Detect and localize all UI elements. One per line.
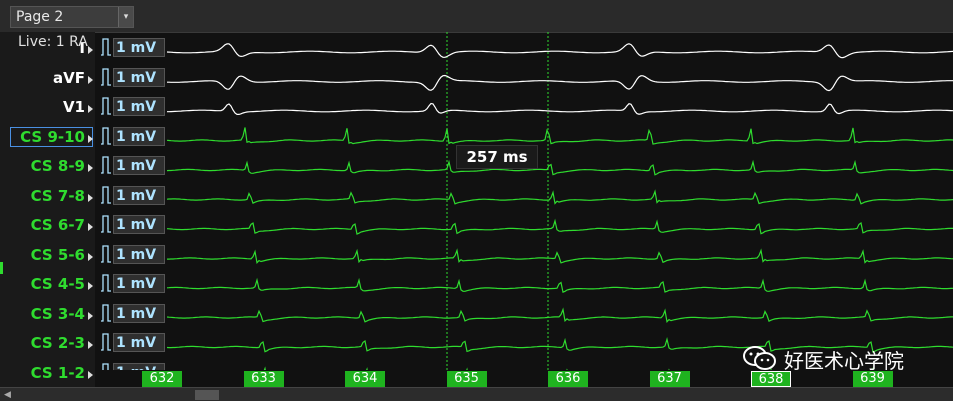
channel-scale-box[interactable]: 1 mV	[113, 126, 165, 146]
channel-label[interactable]: CS 5-6	[31, 246, 85, 264]
channel-label[interactable]: CS 1-2	[31, 364, 85, 382]
channel-trace	[167, 43, 953, 59]
waveform-plot[interactable]	[167, 32, 953, 387]
channel-scale-text: 1 mV	[116, 40, 157, 56]
watermark: 好医术心学院	[742, 343, 942, 373]
page-dropdown-label: Page 2	[16, 9, 64, 25]
channel-scale-box[interactable]: 1 mV	[113, 185, 165, 205]
channel-label[interactable]: V1	[63, 98, 85, 116]
channel-menu-arrow-icon[interactable]	[88, 134, 93, 143]
left-edge-marker	[0, 262, 3, 274]
calibration-pulse-icon	[101, 215, 111, 233]
channel-trace	[167, 248, 953, 264]
channel-scale-box[interactable]: 1 mV	[113, 215, 165, 234]
channel-label[interactable]: aVF	[53, 69, 85, 87]
channel-scale-text: 1 mV	[116, 246, 157, 263]
channel-trace	[167, 127, 953, 145]
channel-scale-text: 1 mV	[116, 305, 157, 322]
calibration-pulse-icon	[101, 156, 111, 174]
watermark-text: 好医术心学院	[784, 349, 904, 373]
time-tick-label[interactable]: 635	[446, 371, 487, 387]
scroll-thumb[interactable]	[195, 390, 219, 400]
time-tick-label[interactable]: 632	[142, 371, 182, 387]
channel-menu-arrow-icon[interactable]	[88, 252, 93, 261]
channel-menu-arrow-icon[interactable]	[88, 105, 93, 113]
calibration-pulse-icon	[101, 126, 111, 145]
channel-label[interactable]: CS 4-5	[31, 275, 85, 293]
channel-scale-text: 1 mV	[116, 187, 157, 204]
channel-trace	[167, 218, 953, 235]
channel-scale-text: 1 mV	[116, 128, 157, 145]
channel-label[interactable]: CS 2-3	[31, 334, 85, 352]
channel-scale-text: 1 mV	[116, 158, 157, 174]
channel-menu-arrow-icon[interactable]	[88, 223, 93, 231]
channel-label[interactable]: CS 9-10	[20, 128, 85, 146]
calibration-pulse-icon	[101, 185, 111, 204]
channel-menu-arrow-icon[interactable]	[88, 311, 93, 320]
channel-scale-box[interactable]: 1 mV	[113, 244, 165, 264]
channel-label[interactable]: CS 3-4	[31, 305, 85, 323]
channel-scale-text: 1 mV	[116, 276, 157, 292]
channel-label[interactable]: CS 7-8	[31, 187, 85, 205]
calibration-pulse-icon	[101, 333, 111, 351]
channel-scale-box[interactable]: 1 mV	[113, 67, 165, 87]
channel-menu-arrow-icon[interactable]	[88, 370, 93, 379]
channel-scale-box[interactable]: 1 mV	[113, 156, 165, 175]
calibration-pulse-icon	[101, 38, 111, 56]
channel-menu-arrow-icon[interactable]	[88, 193, 93, 202]
calibration-pulse-icon	[101, 303, 111, 322]
channel-scale-box[interactable]: 1 mV	[113, 303, 165, 323]
channel-scale-box[interactable]: 1 mV	[113, 333, 165, 352]
channel-scale-text: 1 mV	[116, 99, 157, 115]
channel-menu-arrow-icon[interactable]	[88, 341, 93, 349]
channel-menu-arrow-icon[interactable]	[88, 282, 93, 290]
calibration-pulse-icon	[101, 97, 111, 115]
channel-scale-box[interactable]: 1 mV	[113, 38, 165, 57]
scroll-left-icon[interactable]: ◀	[4, 390, 11, 400]
horizontal-scrollbar[interactable]: ◀	[0, 387, 953, 401]
channel-trace	[167, 307, 953, 323]
channel-trace	[167, 102, 953, 115]
ep-recording-window: Page 2 ▾ IaVF V1 CS 9-10 CS 8-9 CS 7-8 CS 6-7…	[0, 0, 953, 401]
time-tick-label[interactable]: 637	[649, 371, 690, 387]
channel-trace	[167, 74, 953, 92]
channel-label[interactable]: CS 6-7	[31, 216, 85, 234]
channel-trace	[167, 159, 953, 176]
channel-trace	[167, 277, 953, 294]
channel-label-column: IaVF V1 CS 9-10 CS 8-9 CS 7-8 CS 6-7 CS 5-6 CS …	[0, 32, 95, 387]
wechat-icon	[743, 346, 776, 370]
time-tick-label[interactable]: 634	[345, 371, 385, 387]
calibration-pulse-icon	[101, 67, 111, 86]
interval-measurement-label: 257 ms	[456, 145, 538, 169]
channel-trace	[167, 189, 953, 205]
channel-menu-arrow-icon[interactable]	[88, 164, 93, 172]
page-dropdown[interactable]: Page 2 ▾	[10, 6, 134, 28]
channel-menu-arrow-icon[interactable]	[88, 46, 93, 54]
channel-scale-box[interactable]: 1 mV	[113, 97, 165, 116]
channel-scale-text: 1 mV	[116, 69, 157, 86]
chevron-down-icon[interactable]: ▾	[118, 7, 133, 27]
channel-menu-arrow-icon[interactable]	[88, 75, 93, 84]
top-toolbar: Page 2 ▾	[0, 0, 953, 33]
channel-scale-text: 1 mV	[116, 335, 157, 351]
calibration-pulse-icon	[101, 244, 111, 263]
live-status-label: Live: 1 RA	[18, 34, 88, 50]
channel-label[interactable]: CS 8-9	[31, 157, 85, 175]
channel-scale-text: 1 mV	[116, 217, 157, 233]
time-tick-label[interactable]: 636	[548, 371, 588, 387]
time-tick-label[interactable]: 633	[243, 371, 284, 387]
channel-scale-box[interactable]: 1 mV	[113, 274, 165, 293]
calibration-pulse-icon	[101, 274, 111, 292]
channel-scale-column: 1 mV 1 mV 1 mV 1 mV 1 mV 1 mV 1 mV 1 mV 1 mV 1 mV…	[95, 32, 167, 387]
